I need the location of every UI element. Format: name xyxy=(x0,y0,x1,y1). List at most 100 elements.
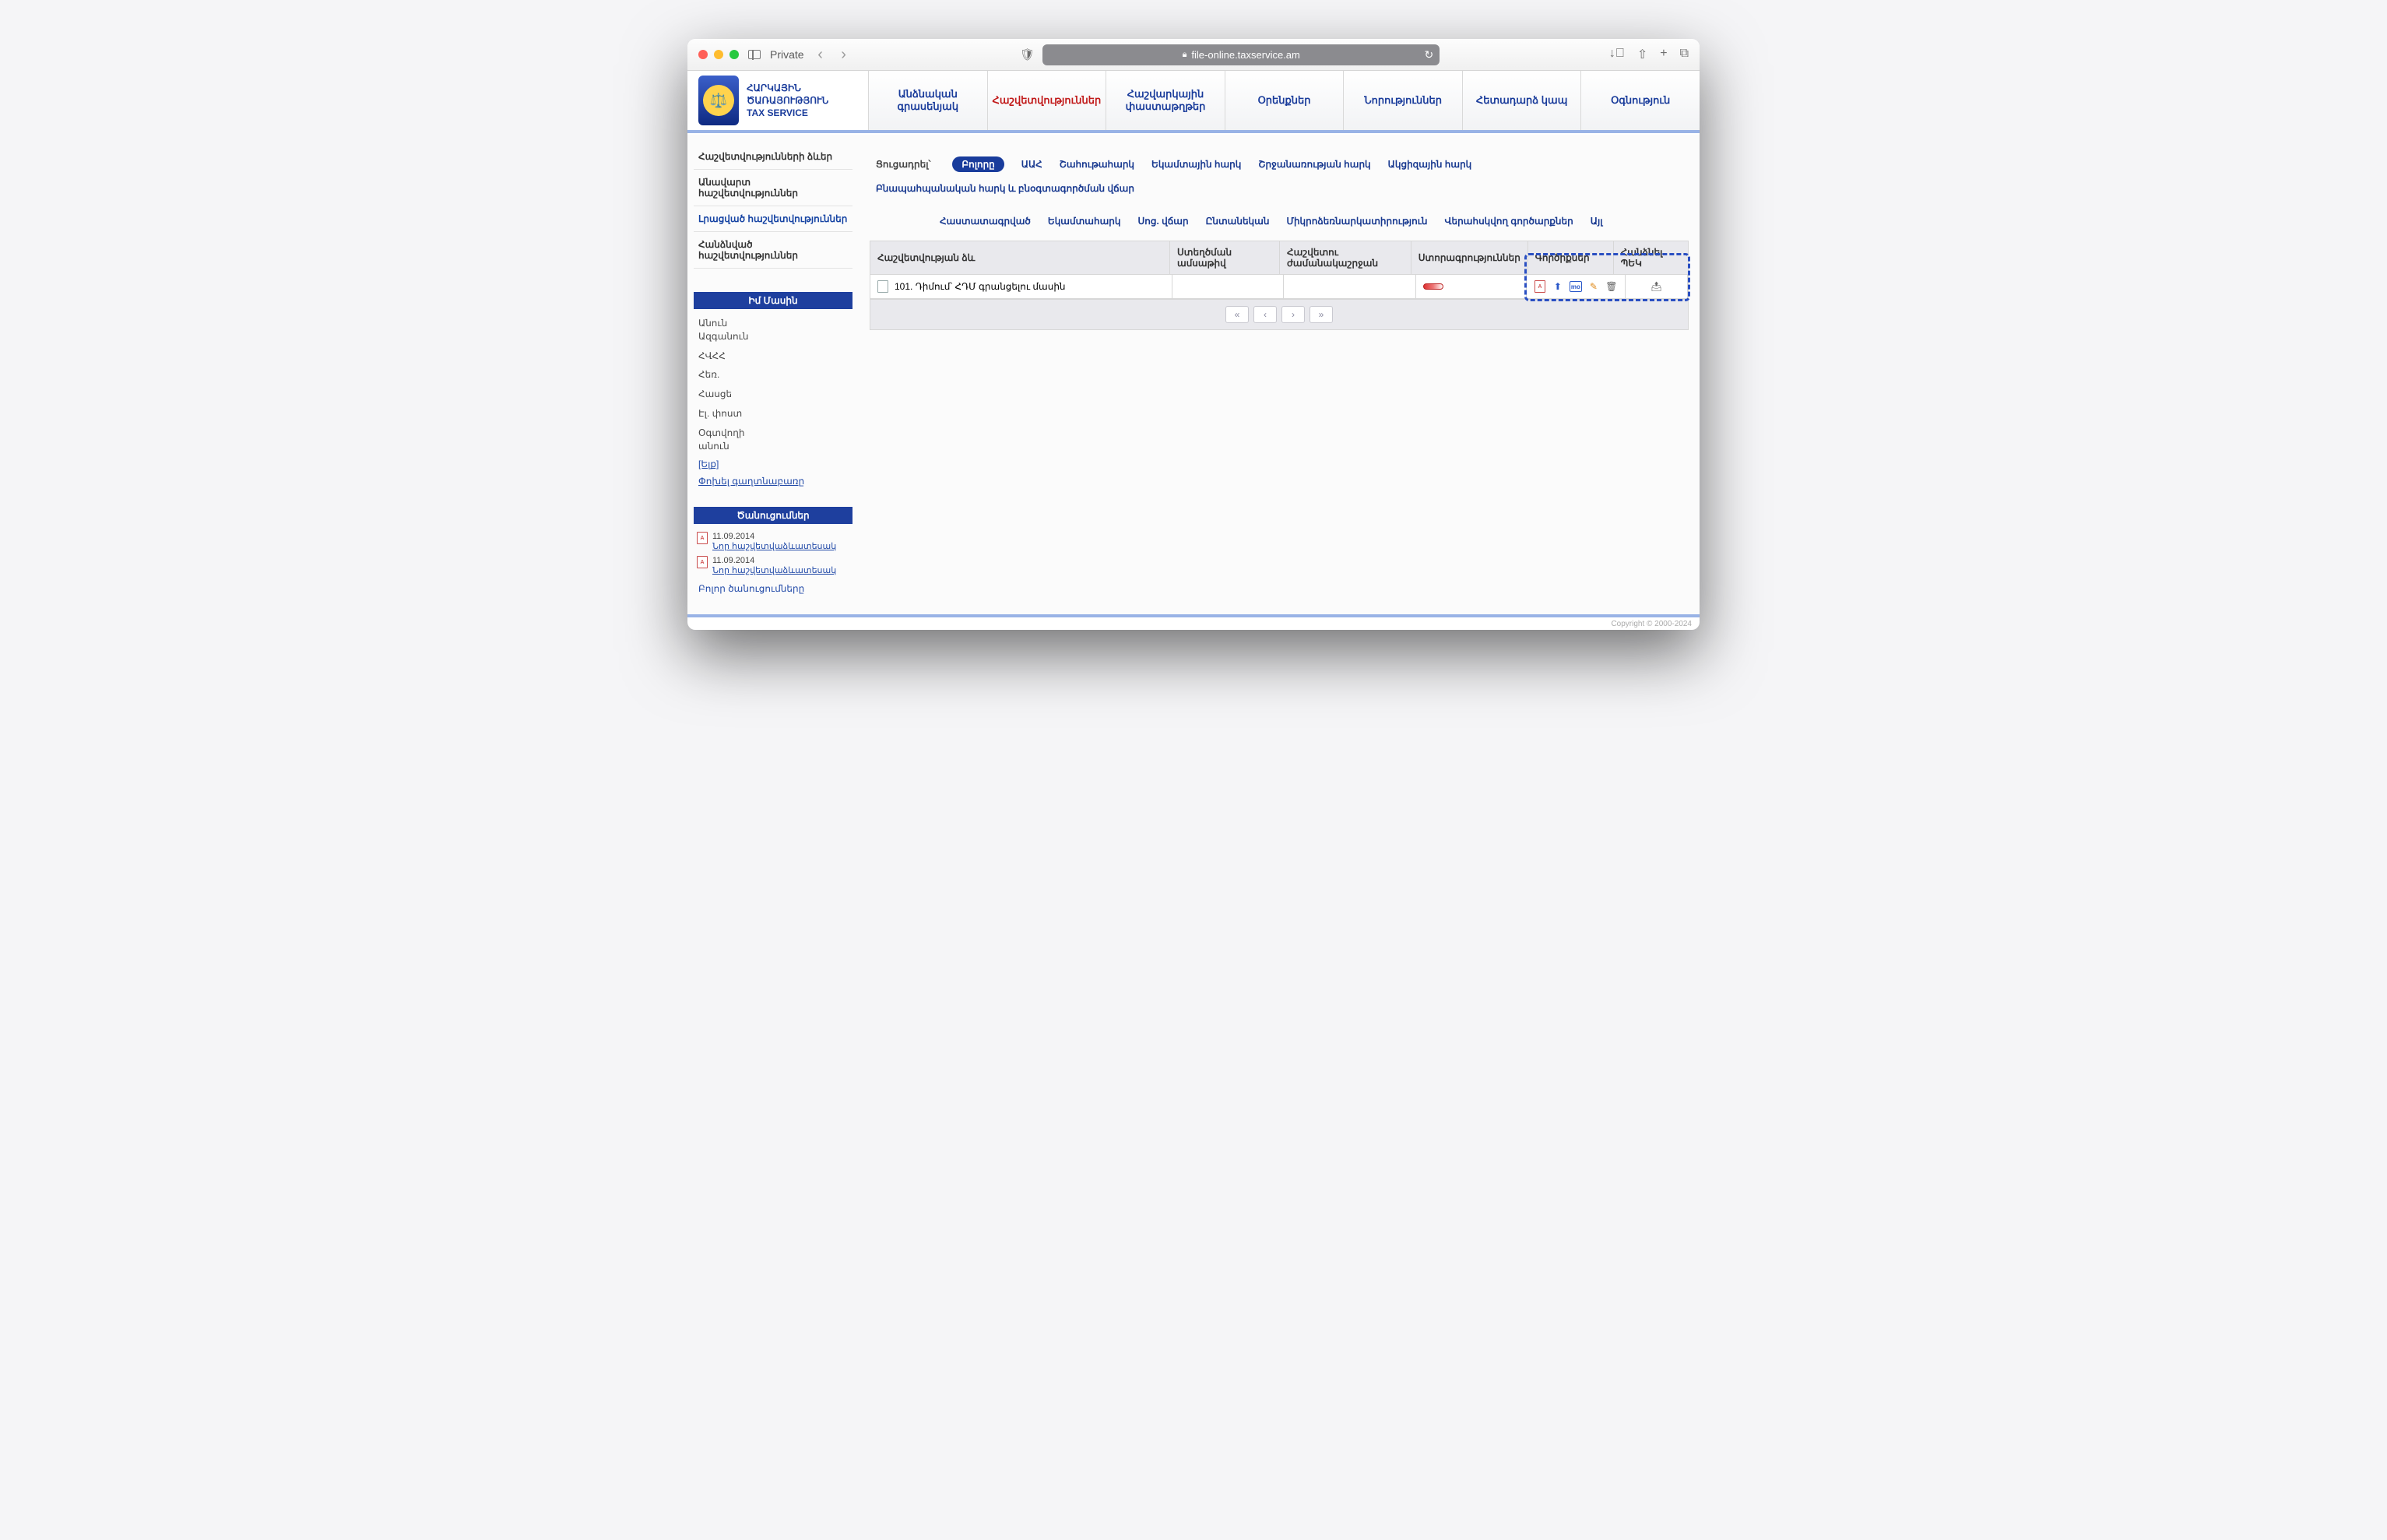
change-password-link[interactable]: Փոխել գաղտնաբառը xyxy=(698,476,848,487)
notice-item[interactable]: A11.09.2014Նոր հաշվետվաձևատեսակ xyxy=(697,532,849,551)
main-nav-item[interactable]: Օգնություն xyxy=(1580,71,1700,130)
brand-text: ՀԱՐԿԱՅԻՆ ԾԱՌԱՅՈՒԹՅՈՒՆ TAX SERVICE xyxy=(747,82,828,120)
filter-lead: Ցուցադրել՝ xyxy=(876,159,930,170)
table-header: Հաշվետվության ձև Ստեղծման ամսաթիվ Հաշվետ… xyxy=(870,241,1688,275)
cell-actions: A ⬆︎ mo ✎ 🗑︎ xyxy=(1527,275,1626,299)
pager-last[interactable]: » xyxy=(1310,306,1333,323)
main-nav-item[interactable]: Հաշվետվություններ xyxy=(987,71,1106,130)
sidebar-toggle-icon[interactable] xyxy=(748,50,761,59)
pdf-icon: A xyxy=(697,556,708,568)
profile-field: Հասցե xyxy=(698,388,848,401)
cell-period xyxy=(1284,275,1416,299)
filter-tab[interactable]: Շրջանառության հարկ xyxy=(1258,159,1370,170)
browser-window: Private ‹ › 🛡︎ 🔒︎ file-online.taxservice… xyxy=(687,39,1700,630)
filter-tab[interactable]: Ընտանեկան xyxy=(1206,216,1270,227)
col-send: Հանձնել ՊԵԿ xyxy=(1614,241,1688,275)
pdf-icon: A xyxy=(697,532,708,544)
mo-icon[interactable]: mo xyxy=(1570,280,1582,293)
notices-panel-title: Ծանուցումներ xyxy=(694,507,852,524)
pager: « ‹ › » xyxy=(870,299,1688,329)
col-created: Ստեղծման ամսաթիվ xyxy=(1170,241,1280,275)
upload-icon[interactable]: ⬆︎ xyxy=(1552,280,1564,293)
footer: Copyright © 2000-2024 xyxy=(687,614,1700,630)
pager-next[interactable]: › xyxy=(1281,306,1305,323)
sidebar: Հաշվետվությունների ձևերԱնավարտ հաշվետվու… xyxy=(687,135,859,614)
profile-field: Օգտվողիանուն xyxy=(698,427,848,453)
filter-tab[interactable]: Բոլորը xyxy=(952,156,1004,172)
sidebar-menu: Հաշվետվությունների ձևերԱնավարտ հաշվետվու… xyxy=(694,144,852,269)
cell-send: 📤︎ xyxy=(1626,275,1688,299)
main-nav-item[interactable]: Օրենքներ xyxy=(1225,71,1344,130)
window-controls xyxy=(698,50,739,59)
main-nav-item[interactable]: Անձնական գրասենյակ xyxy=(868,71,987,130)
send-icon[interactable]: 📤︎ xyxy=(1650,280,1662,293)
main-nav-item[interactable]: Նորություններ xyxy=(1343,71,1462,130)
col-name: Հաշվետվության ձև xyxy=(870,241,1170,275)
share-icon[interactable]: ⇧ xyxy=(1637,47,1647,62)
content: Ցուցադրել՝ Բոլորը ԱԱՀ Շահութահարկ Եկամտային… xyxy=(859,135,1700,614)
back-button[interactable]: ‹ xyxy=(814,47,828,62)
report-name[interactable]: 101. Դիմում՝ ՀԴՄ գրանցելու մասին xyxy=(895,281,1066,292)
document-icon xyxy=(877,280,888,293)
main-nav: Անձնական գրասենյակՀաշվետվություններՀաշվա… xyxy=(868,71,1700,130)
address-bar[interactable]: 🔒︎ file-online.taxservice.am ↻ xyxy=(1042,44,1440,65)
pager-first[interactable]: « xyxy=(1225,306,1249,323)
all-notices-link[interactable]: Բոլոր ծանուցումները xyxy=(698,583,848,594)
downloads-icon[interactable]: ↓⃝ xyxy=(1609,47,1625,62)
window-zoom-button[interactable] xyxy=(729,50,739,59)
notice-item[interactable]: A11.09.2014Նոր հաշվետվաձևատեսակ xyxy=(697,556,849,575)
delete-icon[interactable]: 🗑︎ xyxy=(1605,280,1618,293)
filter-tab[interactable]: Ակցիզային հարկ xyxy=(1388,159,1472,170)
forward-button[interactable]: › xyxy=(837,47,851,62)
filter-tab[interactable]: Շահութահարկ xyxy=(1060,159,1134,170)
sidebar-menu-item[interactable]: Հանձնված հաշվետվություններ xyxy=(694,232,852,269)
col-sign: Ստորագրություններ xyxy=(1411,241,1528,275)
site-header: ⚖️ ՀԱՐԿԱՅԻՆ ԾԱՌԱՅՈՒԹՅՈՒՆ TAX SERVICE Անձ… xyxy=(687,71,1700,133)
col-period: Հաշվետու ժամանակաշրջան xyxy=(1280,241,1411,275)
brand-badge-icon: ⚖️ xyxy=(698,76,739,125)
filter-tab[interactable]: ԱԱՀ xyxy=(1021,159,1042,170)
private-mode-label: Private xyxy=(770,48,804,61)
privacy-shield-icon[interactable]: 🛡︎ xyxy=(1020,47,1035,62)
profile-field: ՀՎՀՀ xyxy=(698,350,848,363)
new-tab-icon[interactable]: + xyxy=(1660,47,1667,62)
filter-tab[interactable]: Հաստատագրված xyxy=(940,216,1031,227)
browser-titlebar: Private ‹ › 🛡︎ 🔒︎ file-online.taxservice… xyxy=(687,39,1700,71)
edit-icon[interactable]: ✎ xyxy=(1587,280,1600,293)
reload-icon[interactable]: ↻ xyxy=(1424,48,1433,62)
filter-tab[interactable]: Բնապահպանական հարկ և բնօգտագործման վճար xyxy=(876,183,1134,194)
logout-link[interactable]: [Ելք] xyxy=(698,459,848,469)
col-actions: Գործիքներ xyxy=(1528,241,1614,275)
table-row: 101. Դիմում՝ ՀԴՄ գրանցելու մասին A ⬆︎ mo… xyxy=(870,275,1688,299)
filter-tab[interactable]: Սոց. վճար xyxy=(1137,216,1188,227)
filter-bar: Ցուցադրել՝ Բոլորը ԱԱՀ Շահութահարկ Եկամտային… xyxy=(870,156,1689,227)
main-nav-item[interactable]: Հետադարձ կապ xyxy=(1462,71,1581,130)
filter-tab[interactable]: Միկրոձեռնարկատիրություն xyxy=(1286,216,1427,227)
export-pdf-icon[interactable]: A xyxy=(1534,280,1546,293)
about-panel-title: Իմ Մասին xyxy=(694,292,852,309)
cell-name: 101. Դիմում՝ ՀԴՄ գրանցելու մասին xyxy=(870,275,1172,299)
profile-field: Էլ. փոստ xyxy=(698,407,848,420)
filter-tab[interactable]: Վերահսկվող գործարքներ xyxy=(1445,216,1573,227)
copyright: Copyright © 2000-2024 xyxy=(1611,620,1692,628)
sidebar-menu-item[interactable]: Լրացված հաշվետվություններ xyxy=(694,206,852,232)
window-minimize-button[interactable] xyxy=(714,50,723,59)
tabs-overview-icon[interactable]: ⧉ xyxy=(1680,47,1689,62)
signature-status-icon[interactable] xyxy=(1423,283,1443,290)
sidebar-menu-item[interactable]: Հաշվետվությունների ձևեր xyxy=(694,144,852,170)
main-nav-item[interactable]: Հաշվարկային փաստաթղթեր xyxy=(1106,71,1225,130)
profile-field: Հեռ. xyxy=(698,368,848,381)
cell-created xyxy=(1172,275,1283,299)
lock-icon: 🔒︎ xyxy=(1183,50,1187,60)
reports-table: Հաշվետվության ձև Ստեղծման ամսաթիվ Հաշվետ… xyxy=(870,241,1689,330)
sidebar-menu-item[interactable]: Անավարտ հաշվետվություններ xyxy=(694,170,852,206)
pager-prev[interactable]: ‹ xyxy=(1253,306,1277,323)
filter-tab[interactable]: Եկամտային հարկ xyxy=(1151,159,1241,170)
filter-tab[interactable]: Եկամտահարկ xyxy=(1048,216,1121,227)
url-text: file-online.taxservice.am xyxy=(1191,49,1299,61)
filter-tab[interactable]: Այլ xyxy=(1591,216,1603,227)
brand[interactable]: ⚖️ ՀԱՐԿԱՅԻՆ ԾԱՌԱՅՈՒԹՅՈՒՆ TAX SERVICE xyxy=(687,71,868,130)
cell-sign xyxy=(1416,275,1527,299)
window-close-button[interactable] xyxy=(698,50,708,59)
profile-field: ԱնունԱզգանուն xyxy=(698,317,848,343)
